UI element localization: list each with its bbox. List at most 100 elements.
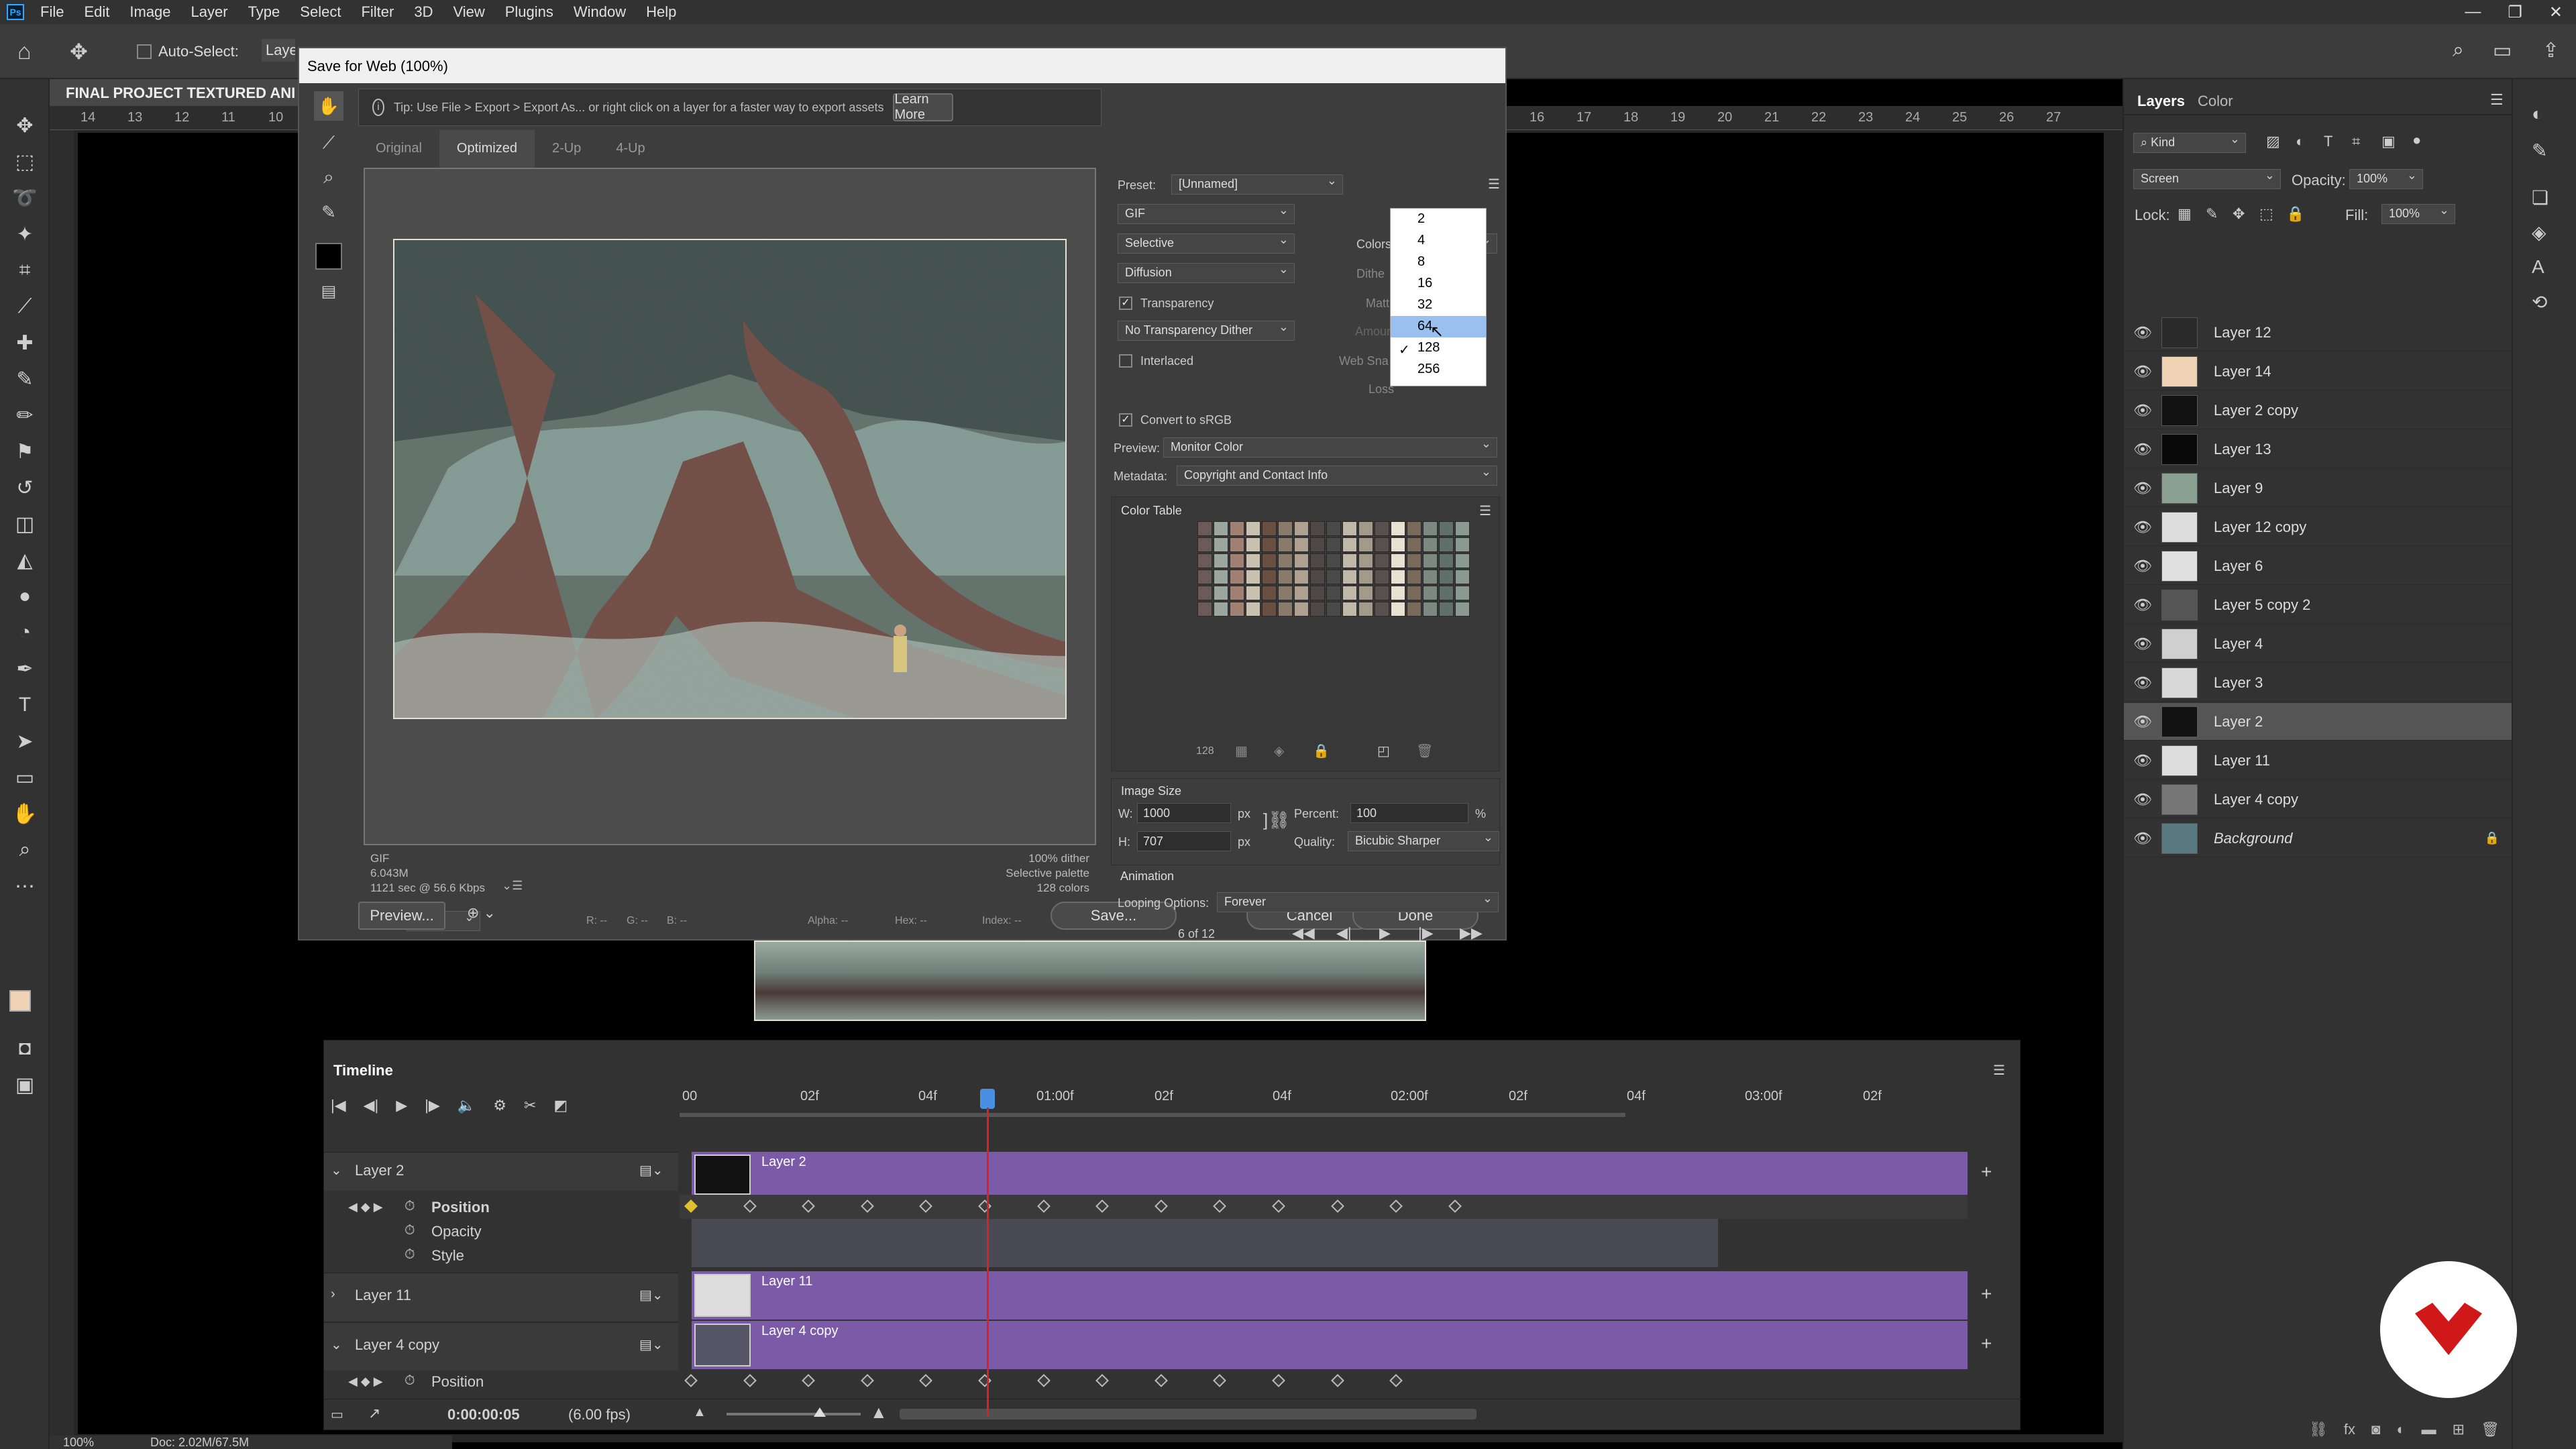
color-swatch[interactable] — [1214, 602, 1228, 616]
quick-mask-icon[interactable]: ◘ — [9, 1033, 40, 1064]
color-swatch[interactable] — [1423, 570, 1438, 584]
layer2-clip[interactable]: Layer 2 — [692, 1152, 1968, 1195]
color-swatch[interactable] — [1423, 553, 1438, 568]
color-swatch[interactable] — [1278, 570, 1293, 584]
zoom-tool-icon[interactable]: ⌕ — [9, 835, 40, 865]
web-shift-icon[interactable]: ◈ — [1274, 743, 1284, 759]
adjustment-layer-icon[interactable]: ◐ — [2396, 1421, 2405, 1448]
paint-bucket-tool-icon[interactable]: ◭ — [9, 545, 40, 576]
toggle-slices-icon[interactable]: ▤ — [315, 282, 342, 305]
lock-artboard-icon[interactable]: ⬚ — [2259, 205, 2273, 223]
color-swatch[interactable] — [1262, 570, 1277, 584]
color-table-menu-icon[interactable]: ☰ — [1479, 502, 1491, 519]
audio-icon[interactable]: 🔈 — [458, 1097, 476, 1114]
layer-row[interactable]: 👁 Layer 11 — [2124, 742, 2513, 780]
color-swatch[interactable] — [1310, 586, 1325, 600]
color-swatch[interactable] — [1342, 586, 1357, 600]
transparency-dither-select[interactable]: No Transparency Dither — [1118, 321, 1295, 341]
color-swatch[interactable] — [1310, 521, 1325, 536]
shape-tool-icon[interactable]: ▭ — [9, 762, 40, 793]
color-swatch[interactable] — [1197, 586, 1212, 600]
color-swatch[interactable] — [1455, 602, 1470, 616]
history-panel-icon[interactable]: ⟲ — [2532, 291, 2547, 313]
preview-button[interactable]: Preview... — [358, 902, 445, 930]
clone-stamp-tool-icon[interactable]: ⚑ — [9, 436, 40, 467]
color-swatch[interactable] — [1407, 570, 1421, 584]
keyframe[interactable] — [802, 1374, 816, 1387]
color-swatch[interactable] — [1326, 537, 1341, 552]
blur-tool-icon[interactable]: ● — [9, 581, 40, 612]
color-swatch[interactable] — [1262, 553, 1277, 568]
visibility-eye-icon[interactable]: 👁 — [2124, 363, 2161, 380]
visibility-eye-icon[interactable]: 👁 — [2124, 402, 2161, 419]
colors-option[interactable]: 16 — [1391, 273, 1486, 294]
keyframe[interactable] — [1272, 1374, 1285, 1387]
color-swatch[interactable] — [1358, 602, 1373, 616]
pencil-tool-icon[interactable]: ✏ — [9, 400, 40, 431]
layer-row[interactable]: 👁 Background 🔒 — [2124, 820, 2513, 857]
transition-icon[interactable]: ◩ — [553, 1097, 568, 1114]
lock-pixels-icon[interactable]: ✎ — [2206, 205, 2218, 223]
color-swatch[interactable] — [1230, 553, 1244, 568]
layer-filter-select[interactable]: ⌕ Kind — [2133, 133, 2246, 153]
color-swatch[interactable] — [1391, 537, 1405, 552]
filter-shape-icon[interactable]: ⌗ — [2352, 133, 2360, 150]
stopwatch-icon[interactable]: ⏱ — [405, 1373, 415, 1389]
visibility-eye-icon[interactable]: 👁 — [2124, 830, 2161, 847]
menu-view[interactable]: View — [453, 3, 484, 21]
color-swatch[interactable] — [1439, 586, 1454, 600]
visibility-eye-icon[interactable]: 👁 — [2124, 635, 2161, 653]
character-panel-icon[interactable]: A — [2532, 256, 2544, 278]
color-swatch[interactable] — [1375, 553, 1389, 568]
visibility-eye-icon[interactable]: 👁 — [2124, 519, 2161, 536]
percent-input[interactable]: 100 — [1350, 803, 1468, 823]
filter-smart-object-icon[interactable]: ▣ — [2381, 133, 2396, 150]
color-swatch[interactable] — [1391, 570, 1405, 584]
menu-select[interactable]: Select — [300, 3, 341, 21]
color-swatch[interactable] — [1358, 521, 1373, 536]
lock-position-icon[interactable]: ✥ — [2233, 205, 2245, 223]
color-swatch[interactable] — [1246, 602, 1260, 616]
layer-row[interactable]: 👁 Layer 6 — [2124, 547, 2513, 585]
color-swatch[interactable] — [1197, 553, 1212, 568]
color-swatch[interactable] — [1407, 586, 1421, 600]
layer11-track-label[interactable]: › Layer 11 ▤⌄ — [324, 1273, 678, 1321]
convert-frame-icon[interactable]: ▭ — [331, 1406, 343, 1423]
color-swatch[interactable] — [1407, 602, 1421, 616]
color-swatch[interactable] — [1294, 586, 1309, 600]
visibility-eye-icon[interactable]: 👁 — [2124, 441, 2161, 458]
color-swatch[interactable] — [1278, 586, 1293, 600]
transparency-checkbox[interactable]: ✓ — [1119, 297, 1132, 310]
color-swatch[interactable] — [1455, 553, 1470, 568]
layer-row[interactable]: 👁 Layer 13 — [2124, 431, 2513, 468]
color-swatch[interactable] — [1230, 521, 1244, 536]
color-swatch[interactable] — [1358, 570, 1373, 584]
color-swatch[interactable] — [1310, 553, 1325, 568]
colors-option[interactable]: 2 — [1391, 209, 1486, 230]
restore-icon[interactable]: ❐ — [2508, 3, 2522, 22]
brush-tool-icon[interactable]: ✎ — [9, 364, 40, 394]
keyframe[interactable] — [978, 1374, 991, 1387]
color-swatch[interactable] — [1246, 553, 1260, 568]
healing-brush-tool-icon[interactable]: ✚ — [9, 327, 40, 358]
keyframe[interactable] — [1213, 1374, 1227, 1387]
color-swatch[interactable] — [1214, 553, 1228, 568]
color-swatch[interactable] — [1326, 586, 1341, 600]
panel-menu-icon[interactable]: ☰ — [2490, 91, 2504, 109]
color-swatch[interactable] — [1294, 553, 1309, 568]
more-tools-icon[interactable]: ⋯ — [9, 871, 40, 902]
tab-original[interactable]: Original — [358, 130, 439, 168]
color-swatch[interactable] — [1423, 586, 1438, 600]
visibility-eye-icon[interactable]: 👁 — [2124, 324, 2161, 341]
tab-2up[interactable]: 2-Up — [535, 130, 598, 168]
colors-dropdown-list[interactable]: 2 4 8 16 32 64 128 256 ✓ — [1390, 208, 1487, 386]
screen-mode-icon[interactable]: ▣ — [9, 1069, 40, 1100]
previous-frame-icon[interactable]: ◀| — [364, 1097, 379, 1114]
color-swatch[interactable] — [1214, 537, 1228, 552]
zoom-tool-icon[interactable]: ⌕ — [314, 162, 343, 192]
color-swatch[interactable] — [1230, 586, 1244, 600]
menu-filter[interactable]: Filter — [361, 3, 394, 21]
color-swatch[interactable] — [1375, 521, 1389, 536]
looping-options-select[interactable]: Forever — [1217, 892, 1499, 912]
color-swatch[interactable] — [1262, 537, 1277, 552]
